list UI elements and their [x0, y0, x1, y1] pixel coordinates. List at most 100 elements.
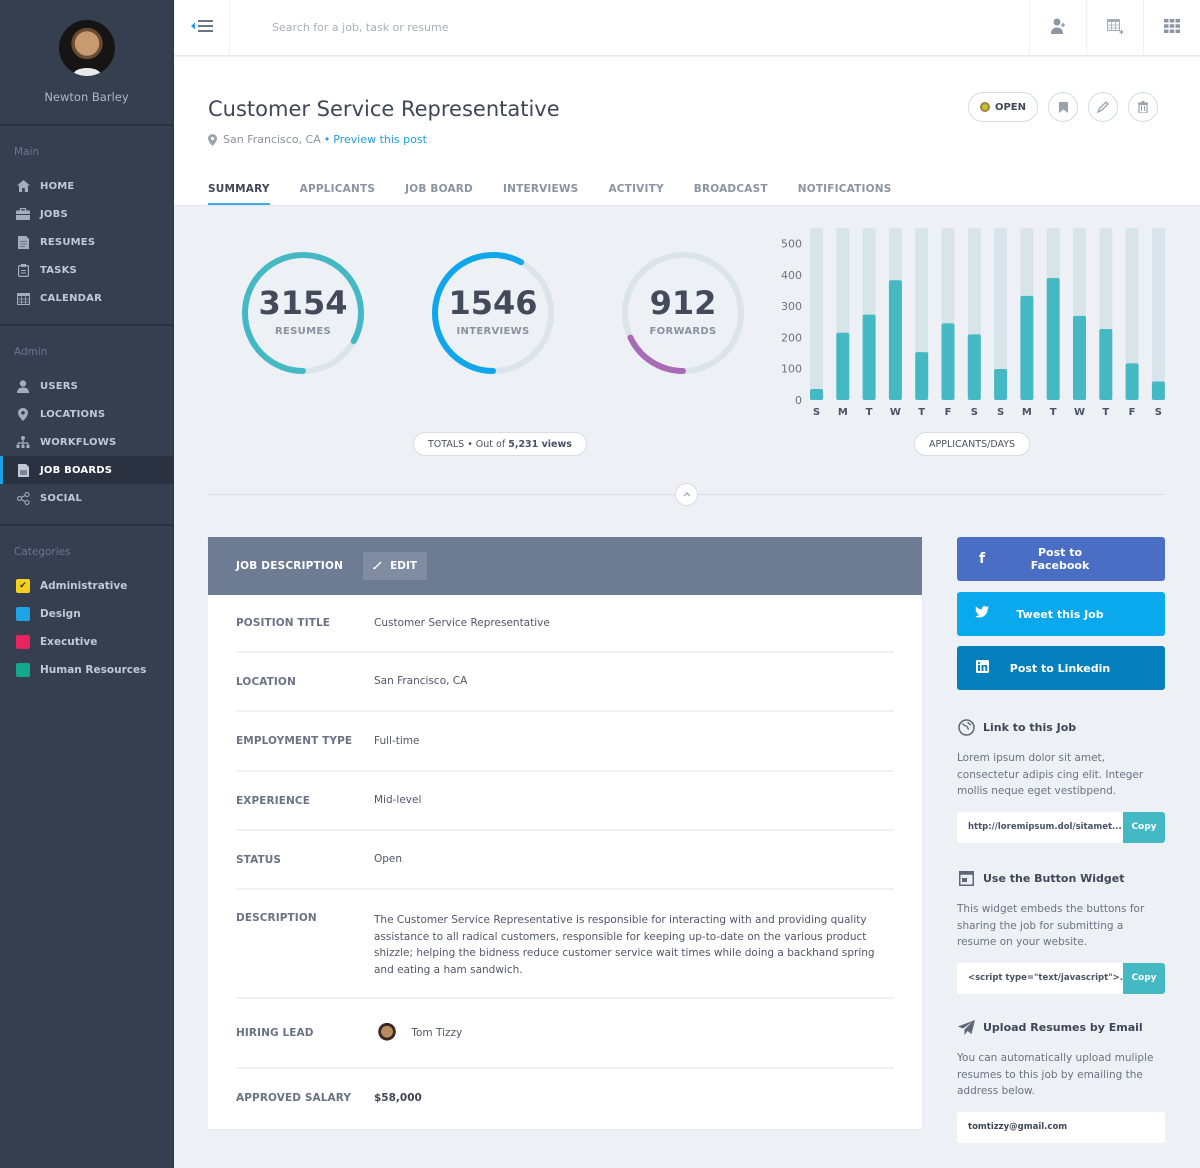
row-value: Tom Tizzy [374, 1020, 462, 1046]
ring-value: 912 [649, 284, 717, 322]
sidebar-item-workflows[interactable]: WORKFLOWS [0, 428, 173, 456]
chart-label-pill[interactable]: APPLICANTS/DAYS [914, 432, 1031, 456]
category-human-resources[interactable]: Human Resources [0, 656, 173, 684]
calendar-add-icon [1106, 18, 1124, 38]
tweet-job-button[interactable]: Tweet this Job [957, 592, 1165, 636]
tab-notifications[interactable]: NOTIFICATIONS [798, 183, 892, 205]
status-dot-icon [979, 102, 990, 112]
hiring-lead-avatar[interactable] [374, 1020, 400, 1046]
y-tick-label: 500 [781, 238, 802, 251]
row-label: HIRING LEAD [236, 1027, 314, 1039]
bar[interactable] [915, 352, 929, 400]
widget-description: Lorem ipsum dolor sit amet, consectetur … [957, 752, 1144, 797]
sidebar-item-label: TASKS [40, 264, 77, 276]
tab-applicants[interactable]: APPLICANTS [300, 183, 375, 205]
sidebar-item-label: JOBS [40, 208, 68, 220]
bar[interactable] [1046, 278, 1060, 400]
bar[interactable] [810, 389, 823, 400]
delete-button[interactable] [1128, 92, 1158, 122]
y-tick-label: 400 [781, 269, 802, 282]
x-tick-label: W [1074, 407, 1085, 418]
row-value: Mid-level [374, 794, 422, 807]
category-checkbox[interactable] [16, 607, 30, 621]
add-user-button[interactable] [1029, 0, 1086, 55]
bar[interactable] [1125, 363, 1139, 400]
bar[interactable] [1020, 295, 1034, 400]
bar[interactable] [888, 280, 902, 400]
bar[interactable] [1099, 329, 1113, 400]
apps-grid-button[interactable] [1143, 0, 1200, 55]
upload-email-field[interactable]: tomtizzy@gmail.com [957, 1111, 1165, 1143]
bar[interactable] [862, 314, 876, 400]
sidebar-item-label: WORKFLOWS [40, 436, 117, 448]
ring-label: RESUMES [275, 326, 331, 337]
widget-title-text: Link to this Job [983, 720, 1077, 734]
status-badge[interactable]: OPEN [967, 92, 1038, 122]
tab-summary[interactable]: SUMMARY [208, 183, 270, 205]
ring-resumes: 3154 RESUMES [240, 250, 366, 376]
email-upload-widget: Upload Resumes by Email You can automati… [957, 1018, 1165, 1143]
briefcase-icon [16, 207, 30, 221]
bar[interactable] [994, 369, 1008, 400]
bar[interactable] [1073, 315, 1086, 400]
hiring-lead-name[interactable]: Tom Tizzy [411, 1027, 462, 1039]
bar[interactable] [941, 323, 955, 400]
post-to-linkedin-button[interactable]: Post to Linkedin [957, 646, 1165, 690]
copy-embed-button[interactable]: Copy [1123, 962, 1165, 994]
ring-interviews: 1546 INTERVIEWS [430, 250, 556, 376]
pencil-icon [373, 560, 383, 573]
bar[interactable] [967, 334, 981, 400]
sidebar-item-calendar[interactable]: CALENDAR [0, 284, 173, 312]
tab-activity[interactable]: ACTIVITY [608, 183, 663, 205]
map-pin-icon [208, 133, 217, 146]
embed-code-field: Copy [957, 962, 1165, 994]
board-icon [16, 463, 30, 477]
ring-value: 1546 [448, 284, 538, 322]
add-event-button[interactable] [1086, 0, 1143, 55]
edit-button[interactable] [1088, 92, 1118, 122]
copy-link-button[interactable]: Copy [1123, 811, 1165, 843]
table-row: LOCATION San Francisco, CA [236, 653, 894, 712]
tab-broadcast[interactable]: BROADCAST [694, 183, 768, 205]
x-tick-label: T [1102, 407, 1109, 418]
category-checkbox[interactable] [16, 663, 30, 677]
category-administrative[interactable]: ✔ Administrative [0, 572, 173, 600]
sidebar: Newton Barley Main HOME JOBS RESUMES TAS… [0, 0, 174, 1168]
collapse-summary-button[interactable] [675, 483, 698, 506]
category-checkbox[interactable] [16, 635, 30, 649]
sidebar-item-social[interactable]: SOCIAL [0, 484, 173, 512]
sidebar-item-locations[interactable]: LOCATIONS [0, 400, 173, 428]
sidebar-item-home[interactable]: HOME [0, 172, 173, 200]
sidebar-item-users[interactable]: USERS [0, 372, 173, 400]
totals-pill[interactable]: TOTALS • Out of 5,231 views [413, 432, 587, 456]
category-design[interactable]: Design [0, 600, 173, 628]
widget-description: This widget embeds the buttons for shari… [957, 903, 1145, 948]
avatar[interactable] [58, 20, 115, 76]
grid-icon [1164, 18, 1180, 37]
preview-post-link[interactable]: Preview this post [333, 133, 427, 146]
search-input[interactable] [272, 21, 672, 34]
edit-description-button[interactable]: EDIT [363, 552, 428, 580]
sidebar-item-jobs[interactable]: JOBS [0, 200, 173, 228]
sidebar-item-tasks[interactable]: TASKS [0, 256, 173, 284]
sidebar-item-label: RESUMES [40, 236, 96, 248]
row-label: LOCATION [236, 675, 296, 688]
tab-job-board[interactable]: JOB BOARD [405, 183, 473, 205]
menu-toggle-button[interactable] [174, 0, 230, 55]
row-value: Customer Service Representative [374, 616, 550, 629]
job-link-input[interactable] [957, 811, 1123, 843]
bookmark-button[interactable] [1048, 92, 1078, 122]
category-checkbox[interactable]: ✔ [16, 579, 30, 593]
sidebar-item-job-boards[interactable]: JOB BOARDS [0, 456, 173, 484]
post-to-facebook-button[interactable]: f Post to Facebook [957, 537, 1165, 581]
embed-code-input[interactable] [957, 962, 1123, 994]
x-tick-label: T [866, 407, 873, 418]
bar[interactable] [836, 332, 850, 400]
sidebar-item-resumes[interactable]: RESUMES [0, 228, 173, 256]
edit-label: EDIT [390, 560, 418, 572]
bar[interactable] [1151, 381, 1165, 400]
category-executive[interactable]: Executive [0, 628, 173, 656]
tab-interviews[interactable]: INTERVIEWS [503, 183, 578, 205]
widget-title-text: Upload Resumes by Email [983, 1020, 1143, 1034]
bookmark-icon [1058, 98, 1068, 117]
